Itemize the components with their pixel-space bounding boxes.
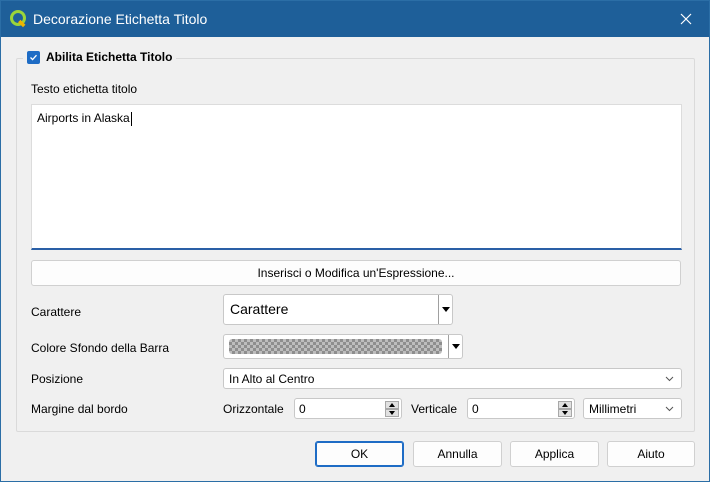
bar-background-color-button[interactable] [223, 334, 463, 359]
insert-expression-button[interactable]: Inserisci o Modifica un'Espressione... [31, 260, 681, 286]
triangle-down-icon [451, 344, 460, 349]
margin-unit-value: Millimetri [589, 401, 637, 416]
enable-checkbox-label: Abilita Etichetta Titolo [46, 50, 173, 64]
font-button[interactable]: Carattere [223, 294, 453, 325]
title-text-value: Airports in Alaska [37, 111, 130, 125]
arrow-down-icon [562, 411, 568, 415]
ok-button[interactable]: OK [315, 441, 404, 467]
bar-background-color-label: Colore Sfondo della Barra [31, 341, 170, 355]
transparent-color-swatch [229, 339, 442, 354]
title-text-input[interactable]: Airports in Alaska [31, 104, 682, 250]
vertical-margin-value: 0 [472, 401, 479, 416]
check-icon [30, 54, 37, 61]
horizontal-margin-spinbox[interactable]: 0 [294, 398, 402, 419]
arrow-down-icon [389, 411, 395, 415]
margin-label: Margine dal bordo [31, 402, 128, 416]
help-button[interactable]: Aiuto [607, 441, 695, 467]
position-label: Posizione [31, 372, 84, 386]
chevron-down-icon [665, 406, 674, 412]
font-label: Carattere [31, 305, 82, 319]
qgis-logo-icon [10, 10, 28, 28]
chevron-down-icon [665, 376, 674, 382]
text-cursor [130, 111, 132, 126]
cancel-button[interactable]: Annulla [413, 441, 502, 467]
enable-checkbox[interactable] [27, 50, 40, 64]
position-value: In Alto al Centro [229, 371, 315, 386]
arrow-up-icon [562, 403, 568, 407]
close-icon[interactable] [663, 1, 709, 37]
title-bar: Decorazione Etichetta Titolo [1, 1, 709, 37]
font-button-text: Carattere [230, 301, 289, 317]
enable-title-label-checkbox-row[interactable]: Abilita Etichetta Titolo [23, 50, 177, 64]
increment-button[interactable] [558, 401, 572, 409]
vertical-label: Verticale [411, 402, 458, 416]
font-dropdown-arrow[interactable] [438, 295, 452, 324]
increment-button[interactable] [385, 401, 399, 409]
decrement-button[interactable] [558, 409, 572, 417]
window-title: Decorazione Etichetta Titolo [33, 11, 208, 27]
arrow-up-icon [389, 403, 395, 407]
margin-unit-select[interactable]: Millimetri [583, 398, 682, 419]
text-field-label: Testo etichetta titolo [31, 82, 138, 96]
vertical-margin-spinbox[interactable]: 0 [467, 398, 575, 419]
horizontal-label: Orizzontale [223, 402, 284, 416]
dialog-window: Decorazione Etichetta Titolo Abilita Eti… [0, 0, 710, 482]
triangle-down-icon [441, 307, 450, 312]
color-dropdown-arrow[interactable] [448, 335, 462, 358]
horizontal-margin-value: 0 [299, 401, 306, 416]
decrement-button[interactable] [385, 409, 399, 417]
apply-button[interactable]: Applica [510, 441, 599, 467]
position-select[interactable]: In Alto al Centro [223, 368, 682, 389]
